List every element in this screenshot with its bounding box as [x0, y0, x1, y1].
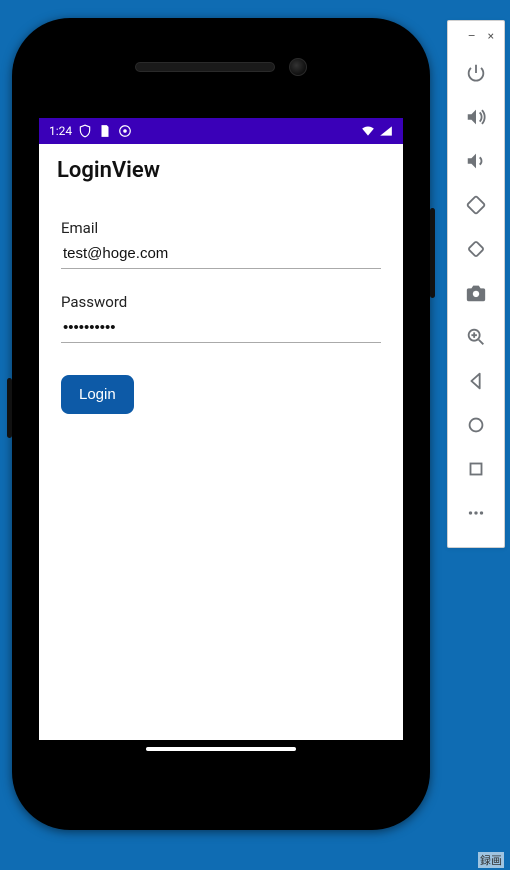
password-label: Password [61, 293, 381, 311]
emulator-toolbar: – × [447, 20, 505, 548]
earpiece-icon [135, 62, 275, 72]
emulator-titlebar: – × [448, 25, 504, 51]
app-title: LoginView [39, 144, 403, 195]
power-icon[interactable] [448, 51, 504, 95]
recording-indicator: 録画 [478, 852, 504, 868]
home-icon[interactable] [448, 403, 504, 447]
volume-up-icon[interactable] [448, 95, 504, 139]
login-form: Email Password Login [39, 195, 403, 432]
signal-icon [379, 124, 393, 138]
phone-side-button-right [430, 208, 435, 298]
debug-icon [118, 124, 132, 138]
password-field[interactable] [61, 311, 381, 343]
login-button[interactable]: Login [61, 375, 134, 414]
rotate-right-icon[interactable] [448, 227, 504, 271]
camera-icon[interactable] [448, 271, 504, 315]
back-icon[interactable] [448, 359, 504, 403]
phone-side-button-left [7, 378, 12, 438]
shield-icon [78, 124, 92, 138]
zoom-in-icon[interactable] [448, 315, 504, 359]
more-icon[interactable] [448, 491, 504, 535]
front-camera-icon [289, 58, 307, 76]
android-navbar[interactable] [39, 740, 403, 758]
status-time: 1:24 [49, 124, 72, 138]
phone-screen: 1:24 LoginView Email Password Login [39, 118, 403, 758]
volume-down-icon[interactable] [448, 139, 504, 183]
close-button[interactable]: × [488, 29, 494, 43]
email-label: Email [61, 219, 381, 237]
email-field[interactable] [61, 237, 381, 269]
phone-frame: 1:24 LoginView Email Password Login [12, 18, 430, 830]
minimize-button[interactable]: – [468, 29, 476, 43]
status-bar: 1:24 [39, 118, 403, 144]
sd-card-icon [98, 124, 112, 138]
phone-earpiece-area [135, 58, 307, 76]
rotate-left-icon[interactable] [448, 183, 504, 227]
nav-pill-icon[interactable] [146, 747, 296, 751]
wifi-icon [361, 124, 375, 138]
overview-icon[interactable] [448, 447, 504, 491]
